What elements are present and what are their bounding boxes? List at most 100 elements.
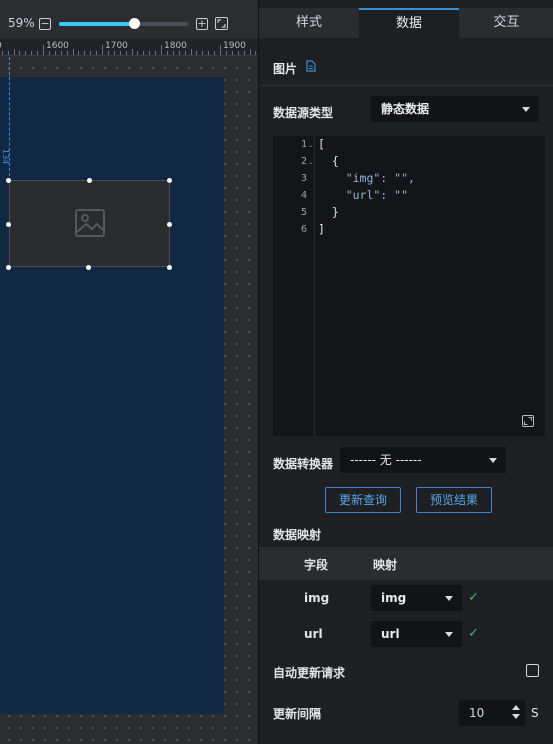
converter-value: ------ 无 ------: [350, 453, 422, 467]
ruler-tick: [37, 51, 39, 55]
preview-result-button[interactable]: 预览结果: [416, 487, 492, 513]
ruler-tick: [43, 45, 44, 55]
ruler-tick: [1, 51, 3, 55]
ruler-tick: [255, 51, 257, 55]
mapping-value: url: [381, 627, 400, 641]
ruler-label: 1800: [164, 41, 187, 51]
code-line: {: [318, 154, 339, 168]
check-icon: ✓: [468, 626, 479, 641]
code-line: "url": "": [318, 188, 409, 202]
ruler-tick: [178, 51, 180, 55]
horizontal-ruler: 1600 1700 1800 1900 0: [0, 38, 258, 56]
interval-label: 更新间隔: [273, 707, 322, 721]
ruler-tick: [208, 51, 210, 55]
ruler-tick: [231, 51, 233, 55]
ruler-tick: [225, 51, 227, 55]
line-number: 6: [300, 224, 307, 235]
stepper-down-icon[interactable]: [512, 714, 520, 719]
ruler-tick: [60, 51, 62, 55]
ruler-tick: [125, 51, 127, 55]
ruler-tick: [149, 51, 151, 55]
chevron-down-icon: [522, 107, 530, 112]
resize-handle-right[interactable]: [167, 222, 172, 227]
ruler-tick: [48, 51, 50, 55]
ruler-tick: [220, 45, 221, 55]
mapping-select-url[interactable]: url: [371, 621, 462, 647]
expand-editor-icon[interactable]: [522, 415, 534, 427]
mapping-select-img[interactable]: img: [371, 585, 462, 611]
properties-panel: 样式 数据 交互 图片 数据源类型 静态数据 1 ⌄ 2 ⌄ 3 4 5 6 […: [258, 0, 553, 744]
resize-handle-left[interactable]: [6, 222, 11, 227]
zoom-out-button[interactable]: −: [39, 18, 51, 30]
ruler-tick: [243, 51, 245, 55]
divider: [259, 85, 553, 86]
zoom-slider-fill: [59, 22, 134, 26]
column-mapping: 映射: [373, 558, 398, 572]
ruler-tick: [137, 51, 139, 55]
fit-screen-icon[interactable]: [215, 17, 228, 30]
ruler-label: 1700: [105, 41, 128, 51]
ruler-label: 0: [0, 41, 2, 51]
ruler-tick: [7, 51, 9, 55]
interval-input[interactable]: 10: [459, 700, 525, 726]
ruler-tick: [119, 51, 121, 55]
resize-handle-top[interactable]: [87, 178, 92, 183]
line-number: 1: [300, 139, 307, 150]
document-icon[interactable]: [306, 60, 316, 75]
ruler-tick: [214, 51, 216, 55]
zoom-in-button[interactable]: +: [196, 18, 208, 30]
image-placeholder-icon: [75, 209, 105, 237]
resize-handle-top-left[interactable]: [6, 178, 11, 183]
zoom-toolbar: 59% − +: [0, 8, 258, 36]
ruler-tick: [237, 51, 239, 55]
tab-data[interactable]: 数据: [359, 8, 459, 38]
tab-style[interactable]: 样式: [259, 8, 359, 38]
mapping-field-name: url: [304, 627, 323, 641]
refresh-query-button[interactable]: 更新查询: [325, 487, 401, 513]
resize-handle-bottom[interactable]: [86, 265, 91, 270]
chevron-down-icon: [445, 596, 453, 601]
ruler-tick: [96, 51, 98, 55]
datasource-select[interactable]: 静态数据: [371, 96, 539, 122]
ruler-tick: [190, 49, 192, 55]
ruler-tick: [184, 51, 186, 55]
ruler-tick: [172, 51, 174, 55]
editor-gutter: 1 ⌄ 2 ⌄ 3 4 5 6: [273, 136, 315, 436]
tab-interaction[interactable]: 交互: [459, 8, 553, 38]
auto-update-checkbox[interactable]: [526, 664, 539, 677]
ruler-tick: [102, 45, 103, 55]
ruler-tick: [25, 51, 27, 55]
ruler-tick: [84, 51, 86, 55]
zoom-percentage: 59%: [8, 16, 35, 30]
interval-stepper[interactable]: [511, 704, 521, 722]
ruler-tick: [155, 51, 157, 55]
ruler-tick: [72, 49, 74, 55]
resize-handle-top-right[interactable]: [167, 178, 172, 183]
stepper-up-icon[interactable]: [512, 705, 520, 710]
datasource-value: 静态数据: [381, 102, 430, 116]
ruler-tick: [107, 51, 109, 55]
ruler-tick: [249, 49, 251, 55]
ruler-tick: [166, 51, 168, 55]
zoom-slider-handle[interactable]: [128, 18, 140, 29]
fold-arrow-icon[interactable]: ⌄: [308, 158, 314, 166]
ruler-tick: [131, 49, 133, 55]
auto-update-label: 自动更新请求: [273, 666, 346, 680]
fold-arrow-icon[interactable]: ⌄: [308, 141, 314, 149]
ruler-tick: [90, 51, 92, 55]
zoom-slider[interactable]: [59, 18, 188, 29]
line-number: 4: [300, 190, 307, 201]
converter-select[interactable]: ------ 无 ------: [340, 447, 506, 473]
image-widget[interactable]: [9, 180, 170, 267]
mapping-table-header: 字段 映射: [259, 547, 553, 580]
resize-handle-bottom-right[interactable]: [167, 265, 172, 270]
ruler-tick: [13, 49, 15, 55]
resize-handle-bottom-left[interactable]: [6, 265, 11, 270]
screen-background[interactable]: [0, 77, 224, 714]
code-line: ]: [318, 222, 325, 236]
code-editor[interactable]: 1 ⌄ 2 ⌄ 3 4 5 6 [ { "img": "", "url": ""…: [273, 136, 545, 436]
chevron-down-icon: [489, 458, 497, 463]
canvas-area: 59% − + 1600 1700 1800 1900 0 134: [0, 0, 258, 744]
interval-unit: S: [531, 706, 539, 720]
mapping-field-name: img: [304, 591, 330, 605]
